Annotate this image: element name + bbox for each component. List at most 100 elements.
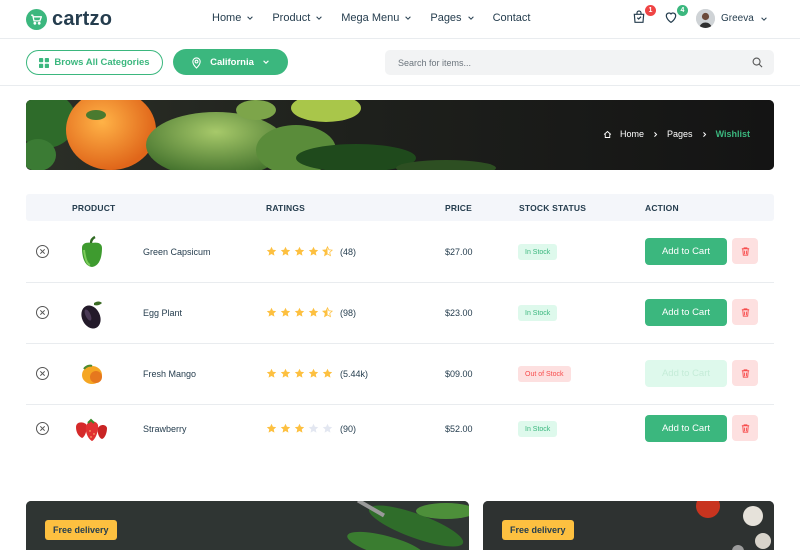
status-badge: In Stock: [518, 305, 558, 321]
brand-name: cartzo: [52, 8, 113, 30]
column-header-product: PRODUCT: [72, 203, 116, 213]
delete-item-button[interactable]: [732, 360, 758, 386]
wishlist-table-header: PRODUCT RATINGS PRICE STOCK STATUS ACTIO…: [26, 194, 774, 221]
trash-icon: [741, 368, 749, 378]
chevron-down-icon: [761, 16, 767, 21]
star-icon: [266, 246, 277, 256]
remove-item-button[interactable]: [36, 367, 49, 380]
free-delivery-badge: Free delivery: [502, 520, 574, 540]
close-icon: [39, 370, 46, 377]
wishlist-count-badge: 4: [677, 5, 688, 16]
nav-label: Mega Menu: [341, 12, 400, 24]
delete-item-button[interactable]: [732, 415, 758, 441]
egg-plant-image: [81, 301, 102, 329]
status-badge: In Stock: [518, 421, 558, 437]
star-icon: [308, 246, 319, 256]
trash-icon: [741, 246, 749, 256]
product-name[interactable]: Green Capsicum: [143, 247, 211, 257]
promo-card[interactable]: Free delivery: [483, 501, 774, 550]
breadcrumb: Home Pages Wishlist: [603, 129, 750, 139]
column-header-price: PRICE: [445, 203, 472, 213]
grid-icon: [39, 57, 50, 68]
rating-count: (90): [340, 423, 357, 434]
cart-button[interactable]: 1: [631, 5, 656, 27]
nav-label: Product: [272, 12, 311, 24]
nav-item-pages[interactable]: Pages: [430, 12, 474, 24]
free-delivery-badge: Free delivery: [45, 520, 117, 540]
header-actions: 1 4: [631, 5, 695, 27]
cart-count-badge: 1: [645, 5, 656, 16]
add-to-cart-button[interactable]: Add to Cart: [645, 299, 727, 326]
table-row: Green Capsicum (48) $27.00 In Stock Add …: [26, 221, 774, 283]
delete-item-button[interactable]: [732, 299, 758, 325]
nav-label: Home: [212, 12, 242, 24]
star-icon: [294, 368, 305, 378]
star-icon: [280, 246, 291, 256]
product-name[interactable]: Strawberry: [143, 424, 187, 434]
star-icon: [266, 423, 277, 433]
user-name: Greeva: [721, 13, 754, 24]
location-label: California: [210, 56, 254, 68]
star-icon: [280, 307, 291, 317]
nav-item-contact[interactable]: Contact: [493, 12, 531, 24]
search-input[interactable]: [385, 50, 774, 75]
star-icon: [322, 423, 333, 433]
rating-count: (98): [340, 307, 357, 318]
search-icon[interactable]: [752, 57, 763, 68]
table-row: Egg Plant (98) $23.00 In Stock Add to Ca…: [26, 283, 774, 344]
remove-item-button[interactable]: [36, 422, 49, 435]
product-name[interactable]: Fresh Mango: [143, 369, 196, 379]
nav-label: Pages: [430, 12, 462, 24]
page-banner: Home Pages Wishlist: [26, 100, 774, 170]
location-selector[interactable]: California: [173, 49, 288, 75]
promo-card[interactable]: Free delivery: [26, 501, 469, 550]
breadcrumb-home[interactable]: Home: [620, 129, 644, 139]
remove-item-button[interactable]: [36, 245, 49, 258]
table-row: Fresh Mango (5.44k) $09.00 Out of Stock …: [26, 344, 774, 405]
delete-item-button[interactable]: [732, 238, 758, 264]
browse-categories-label: Brows All Categories: [54, 57, 150, 68]
search-box: [385, 50, 774, 75]
star-icon: [280, 423, 291, 433]
search-bar-row: Brows All Categories California: [0, 39, 800, 86]
chevron-down-icon: [405, 16, 412, 20]
browse-categories-button[interactable]: Brows All Categories: [26, 50, 163, 75]
rating-stars: (48): [266, 246, 356, 257]
product-price: $23.00: [445, 308, 473, 318]
product-name[interactable]: Egg Plant: [143, 308, 182, 318]
nav-item-home[interactable]: Home: [212, 12, 254, 24]
add-to-cart-button[interactable]: Add to Cart: [645, 238, 727, 265]
column-header-stock: STOCK STATUS: [519, 203, 587, 213]
column-header-ratings: RATINGS: [266, 203, 306, 213]
breadcrumb-pages[interactable]: Pages: [667, 129, 693, 139]
main-nav: Home Product Mega Menu Pages Contact: [212, 12, 548, 24]
star-icon: [322, 307, 333, 318]
rating-stars: (5.44k): [266, 368, 368, 379]
chevron-right-icon: [654, 131, 658, 137]
star-icon: [266, 307, 277, 317]
remove-item-button[interactable]: [36, 306, 49, 319]
trash-icon: [741, 423, 749, 433]
star-icon: [294, 246, 305, 256]
rating-count: (5.44k): [340, 368, 369, 379]
star-icon: [322, 368, 333, 378]
column-header-action: ACTION: [645, 203, 679, 213]
logo[interactable]: cartzo: [26, 8, 112, 31]
product-price: $52.00: [445, 424, 473, 434]
nav-item-product[interactable]: Product: [272, 12, 323, 24]
add-to-cart-button[interactable]: Add to Cart: [645, 360, 727, 387]
star-icon: [322, 246, 333, 257]
status-badge: Out of Stock: [518, 366, 571, 382]
product-price: $09.00: [445, 369, 473, 379]
star-icon: [308, 368, 319, 378]
home-icon: [603, 130, 612, 138]
user-menu[interactable]: Greeva: [696, 9, 768, 28]
chevron-down-icon: [263, 60, 269, 64]
chevron-down-icon: [316, 16, 323, 20]
avatar: [696, 9, 715, 28]
add-to-cart-button[interactable]: Add to Cart: [645, 415, 727, 442]
wishlist-button[interactable]: 4: [663, 5, 688, 27]
cart-logo-icon: [26, 9, 47, 30]
nav-item-mega-menu[interactable]: Mega Menu: [341, 12, 412, 24]
star-icon: [308, 307, 319, 317]
